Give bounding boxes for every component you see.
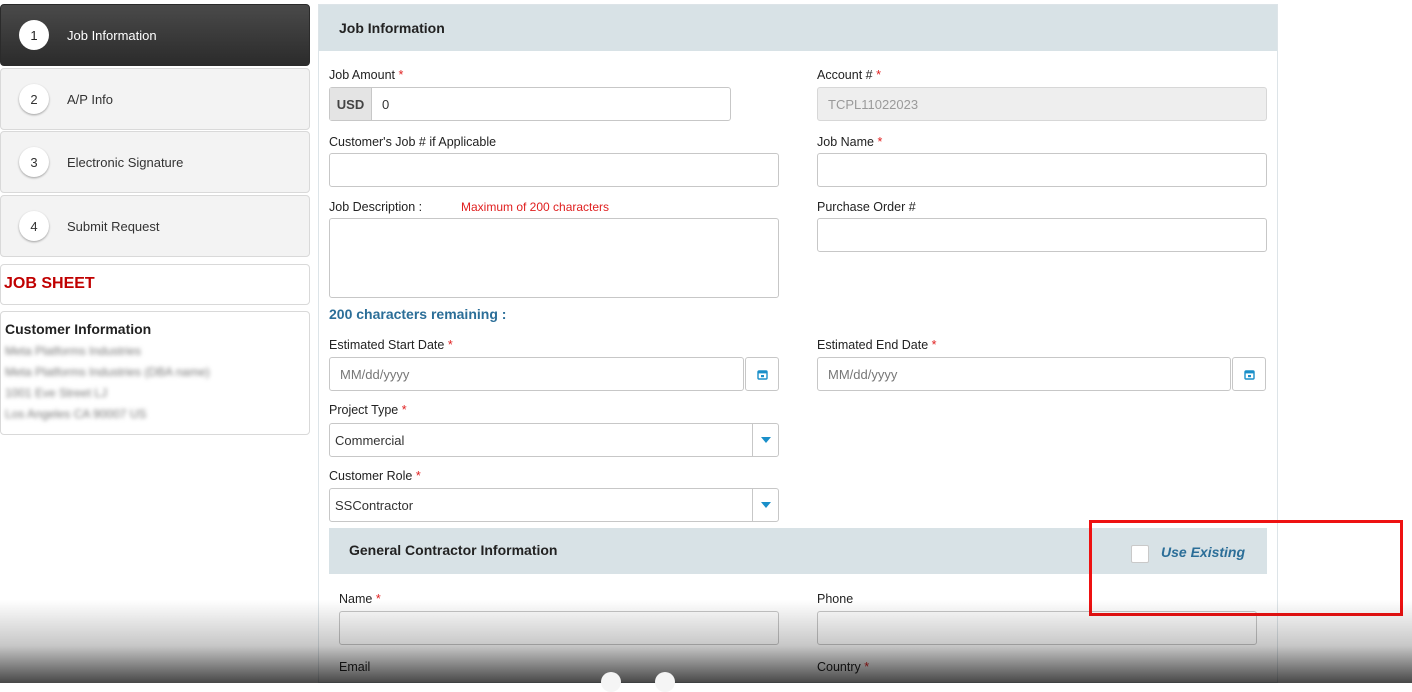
account-label: Account # * xyxy=(817,68,881,82)
end-date-label-text: Estimated End Date xyxy=(817,338,929,352)
project-type-label: Project Type * xyxy=(329,403,407,417)
step-ap-info[interactable]: 2 A/P Info xyxy=(0,68,310,130)
purchase-order-input[interactable] xyxy=(817,218,1267,252)
gc-name-input[interactable] xyxy=(339,611,779,645)
step-number: 3 xyxy=(19,147,49,177)
customer-role-select[interactable]: SSContractor xyxy=(329,488,779,522)
job-amount-value: 0 xyxy=(382,96,390,112)
start-date-label-text: Estimated Start Date xyxy=(329,338,445,352)
use-existing-checkbox[interactable] xyxy=(1131,545,1149,563)
required-mark: * xyxy=(375,592,381,606)
scroll-indicator-dot xyxy=(601,672,621,692)
gc-phone-label: Phone xyxy=(817,592,854,606)
customer-name: Meta Platforms Industries xyxy=(5,344,142,358)
customer-job-input[interactable] xyxy=(329,153,779,187)
chevron-down-icon[interactable] xyxy=(752,489,778,521)
required-mark: * xyxy=(876,68,881,82)
job-sheet-heading: JOB SHEET xyxy=(0,264,310,305)
customer-dba-name: Meta Platforms Industries (DBA name) xyxy=(5,365,210,379)
job-amount-label: Job Amount * xyxy=(329,68,403,82)
job-amount-input[interactable]: USD 0 xyxy=(329,87,731,121)
general-contractor-title: General Contractor Information xyxy=(349,542,558,558)
job-description-textarea[interactable] xyxy=(329,218,779,298)
required-mark: * xyxy=(447,338,453,352)
step-label: Electronic Signature xyxy=(67,154,184,170)
general-contractor-header: General Contractor Information xyxy=(329,528,1267,574)
end-date-placeholder: MM/dd/yyyy xyxy=(828,366,898,382)
gc-phone-input[interactable] xyxy=(817,611,1257,645)
step-label: Job Information xyxy=(67,27,157,43)
step-label: A/P Info xyxy=(67,91,114,107)
project-type-select[interactable]: Commercial xyxy=(329,423,779,457)
step-electronic-signature[interactable]: 3 Electronic Signature xyxy=(0,131,310,193)
start-date-calendar-button[interactable] xyxy=(745,357,779,391)
job-name-label: Job Name * xyxy=(817,135,882,149)
scroll-indicator-dot xyxy=(655,672,675,692)
step-job-information[interactable]: 1 Job Information xyxy=(0,4,310,66)
customer-role-label: Customer Role * xyxy=(329,469,421,483)
customer-role-label-text: Customer Role xyxy=(329,469,413,483)
customer-city: Los Angeles CA 90007 US xyxy=(5,407,147,421)
step-submit-request[interactable]: 4 Submit Request xyxy=(0,195,310,257)
project-type-label-text: Project Type xyxy=(329,403,399,417)
customer-info-title: Customer Information xyxy=(5,321,152,337)
required-mark: * xyxy=(401,403,407,417)
start-date-placeholder: MM/dd/yyyy xyxy=(340,366,410,382)
customer-info-box: Customer Information Meta Platforms Indu… xyxy=(0,311,310,435)
job-description-hint: Maximum of 200 characters xyxy=(461,200,610,214)
customer-job-label: Customer's Job # if Applicable xyxy=(329,135,497,149)
use-existing-label[interactable]: Use Existing xyxy=(1161,544,1245,560)
required-mark: * xyxy=(398,68,404,82)
project-type-value: Commercial xyxy=(335,432,405,448)
required-mark: * xyxy=(877,135,883,149)
start-date-input[interactable]: MM/dd/yyyy xyxy=(329,357,744,391)
calendar-icon xyxy=(756,369,768,380)
gc-email-label: Email xyxy=(339,660,371,674)
job-amount-label-text: Job Amount xyxy=(329,68,396,82)
end-date-label: Estimated End Date * xyxy=(817,338,937,352)
required-mark: * xyxy=(931,338,937,352)
required-mark: * xyxy=(864,660,870,674)
account-label-text: Account # xyxy=(817,68,873,82)
customer-role-value: SSContractor xyxy=(335,497,414,513)
end-date-calendar-button[interactable] xyxy=(1232,357,1266,391)
panel-title: Job Information xyxy=(319,5,1277,51)
job-information-panel: Job Information Job Amount * USD 0 Accou… xyxy=(318,4,1278,683)
gc-name-label-text: Name xyxy=(339,592,373,606)
step-number: 1 xyxy=(19,20,49,50)
customer-street: 1001 Eve Street LJ xyxy=(5,386,108,400)
job-description-label: Job Description : xyxy=(329,200,423,214)
account-input: TCPL11022023 xyxy=(817,87,1267,121)
end-date-input[interactable]: MM/dd/yyyy xyxy=(817,357,1231,391)
characters-remaining: 200 characters remaining : xyxy=(329,306,507,322)
currency-addon: USD xyxy=(330,88,372,120)
job-name-label-text: Job Name xyxy=(817,135,874,149)
gc-country-label-text: Country xyxy=(817,660,861,674)
calendar-icon xyxy=(1243,369,1255,380)
required-mark: * xyxy=(415,469,421,483)
step-label: Submit Request xyxy=(67,218,160,234)
start-date-label: Estimated Start Date * xyxy=(329,338,453,352)
chevron-down-icon[interactable] xyxy=(752,424,778,456)
job-name-input[interactable] xyxy=(817,153,1267,187)
gc-name-label: Name * xyxy=(339,592,381,606)
step-number: 2 xyxy=(19,84,49,114)
gc-country-label: Country * xyxy=(817,660,869,674)
step-number: 4 xyxy=(19,211,49,241)
purchase-order-label: Purchase Order # xyxy=(817,200,916,214)
